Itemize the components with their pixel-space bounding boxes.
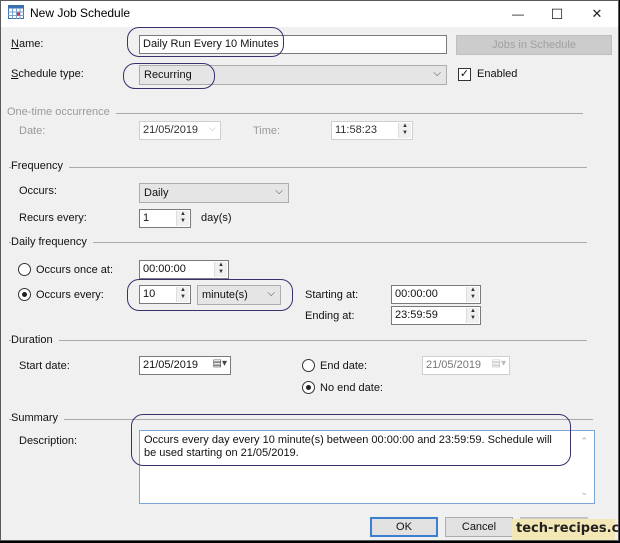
- frequency-divider: [9, 167, 587, 168]
- date-label: Date:: [19, 125, 46, 137]
- duration-divider: [9, 340, 587, 341]
- chevron-down-icon: ⌵: [275, 186, 283, 197]
- cancel-button[interactable]: Cancel: [445, 517, 513, 537]
- occurs-once-time-value: 00:00:00: [143, 263, 186, 275]
- one-time-time-input[interactable]: 11:58:23 ▲ ▼: [331, 121, 413, 140]
- schedule-type-label: Schedule type:: [11, 68, 84, 80]
- name-label-text: ame:: [18, 38, 44, 50]
- occurs-every-unit: minute(s): [202, 289, 248, 301]
- end-date-input[interactable]: 21/05/2019 ▤▾: [422, 356, 510, 375]
- one-time-date-input[interactable]: 21/05/2019 ⌵: [139, 121, 221, 140]
- close-icon: ✕: [591, 6, 603, 21]
- daily-frequency-divider: [9, 242, 587, 243]
- enabled-label: Enabled: [477, 68, 518, 80]
- title-bar: New Job Schedule — ☐ ✕: [1, 1, 618, 27]
- ending-at-value: 23:59:59: [395, 309, 438, 321]
- start-date-value: 21/05/2019: [143, 359, 199, 371]
- schedule-type-value: Recurring: [144, 69, 192, 81]
- maximize-button[interactable]: ☐: [537, 1, 577, 27]
- schedule-type-combo[interactable]: Recurring ⌵: [139, 65, 447, 85]
- calendar-dropdown-icon[interactable]: ▤▾: [492, 358, 506, 369]
- starting-at-label: Starting at:: [305, 289, 359, 301]
- scroll-up-icon[interactable]: ⌃: [580, 435, 588, 448]
- chevron-down-icon: ⌵: [267, 288, 275, 299]
- ending-at-label: Ending at:: [305, 310, 355, 322]
- occurs-value: Daily: [144, 187, 169, 199]
- one-time-group-title: One-time occurrence: [7, 106, 116, 118]
- name-input[interactable]: Daily Run Every 10 Minutes: [139, 35, 447, 54]
- scroll-down-icon[interactable]: ⌄: [580, 486, 588, 499]
- name-label: Name:: [11, 38, 44, 50]
- calendar-dropdown-icon[interactable]: ▤▾: [213, 358, 227, 369]
- occurs-combo[interactable]: Daily ⌵: [139, 183, 289, 203]
- enabled-checkbox[interactable]: ✓: [458, 68, 471, 81]
- spinner-icon[interactable]: ▲ ▼: [176, 211, 189, 226]
- new-job-schedule-dialog: New Job Schedule — ☐ ✕ Name: Daily Run E…: [0, 0, 620, 541]
- duration-group-title: Duration: [11, 334, 59, 346]
- occurs-once-label: Occurs once at:: [36, 264, 114, 276]
- occurs-every-label: Occurs every:: [36, 289, 104, 301]
- description-text: Occurs every day every 10 minute(s) betw…: [144, 434, 552, 459]
- chevron-down-icon: ⌵: [433, 68, 441, 79]
- maximize-icon: ☐: [550, 5, 564, 22]
- checkmark-icon: ✓: [459, 68, 470, 80]
- window-title: New Job Schedule: [30, 6, 131, 20]
- start-date-input[interactable]: 21/05/2019 ▤▾: [139, 356, 231, 375]
- spinner-icon[interactable]: ▲ ▼: [176, 287, 189, 302]
- jobs-in-schedule-button[interactable]: Jobs in Schedule: [456, 35, 612, 55]
- close-button[interactable]: ✕: [577, 1, 617, 27]
- description-label: Description:: [19, 435, 78, 447]
- one-time-time-value: 11:58:23: [335, 124, 378, 136]
- chevron-down-icon: ⌵: [209, 123, 216, 133]
- end-date-label: End date:: [320, 360, 368, 372]
- occurs-once-time-input[interactable]: 00:00:00 ▲ ▼: [139, 260, 229, 279]
- daily-frequency-group-title: Daily frequency: [11, 236, 93, 248]
- starting-at-input[interactable]: 00:00:00 ▲ ▼: [391, 285, 481, 304]
- start-date-label: Start date:: [19, 360, 70, 372]
- summary-divider: [9, 419, 593, 420]
- minimize-icon: —: [512, 7, 524, 21]
- no-end-date-label: No end date:: [320, 382, 383, 394]
- occurs-every-value: 10: [143, 288, 156, 300]
- occurs-label: Occurs:: [19, 185, 57, 197]
- recurs-unit-label: day(s): [201, 212, 232, 224]
- recurs-every-label: Recurs every:: [19, 212, 87, 224]
- end-date-radio[interactable]: [302, 359, 315, 372]
- spinner-icon[interactable]: ▲ ▼: [466, 308, 479, 323]
- minimize-button[interactable]: —: [498, 1, 538, 27]
- occurs-once-radio[interactable]: [18, 263, 31, 276]
- calendar-grid-icon: [8, 5, 24, 19]
- no-end-date-radio[interactable]: [302, 381, 315, 394]
- recurs-every-input[interactable]: 1 ▲ ▼: [139, 209, 191, 228]
- one-time-date-value: 21/05/2019: [143, 124, 199, 136]
- starting-at-value: 00:00:00: [395, 288, 438, 300]
- description-textarea[interactable]: Occurs every day every 10 minute(s) betw…: [139, 430, 595, 504]
- summary-group-title: Summary: [11, 412, 65, 424]
- spinner-icon[interactable]: ▲ ▼: [466, 287, 479, 302]
- frequency-group-title: Frequency: [11, 160, 69, 172]
- occurs-every-unit-combo[interactable]: minute(s) ⌵: [197, 285, 281, 305]
- recurs-every-value: 1: [143, 212, 150, 224]
- ending-at-input[interactable]: 23:59:59 ▲ ▼: [391, 306, 481, 325]
- ok-button[interactable]: OK: [370, 517, 438, 537]
- occurs-every-radio[interactable]: [18, 288, 31, 301]
- watermark: tech-recipes.com: [512, 519, 620, 540]
- spinner-icon[interactable]: ▲ ▼: [214, 262, 227, 277]
- end-date-value: 21/05/2019: [426, 359, 482, 371]
- time-label: Time:: [253, 125, 281, 137]
- spinner-icon[interactable]: ▲ ▼: [398, 123, 411, 138]
- occurs-every-value-input[interactable]: 10 ▲ ▼: [139, 285, 191, 304]
